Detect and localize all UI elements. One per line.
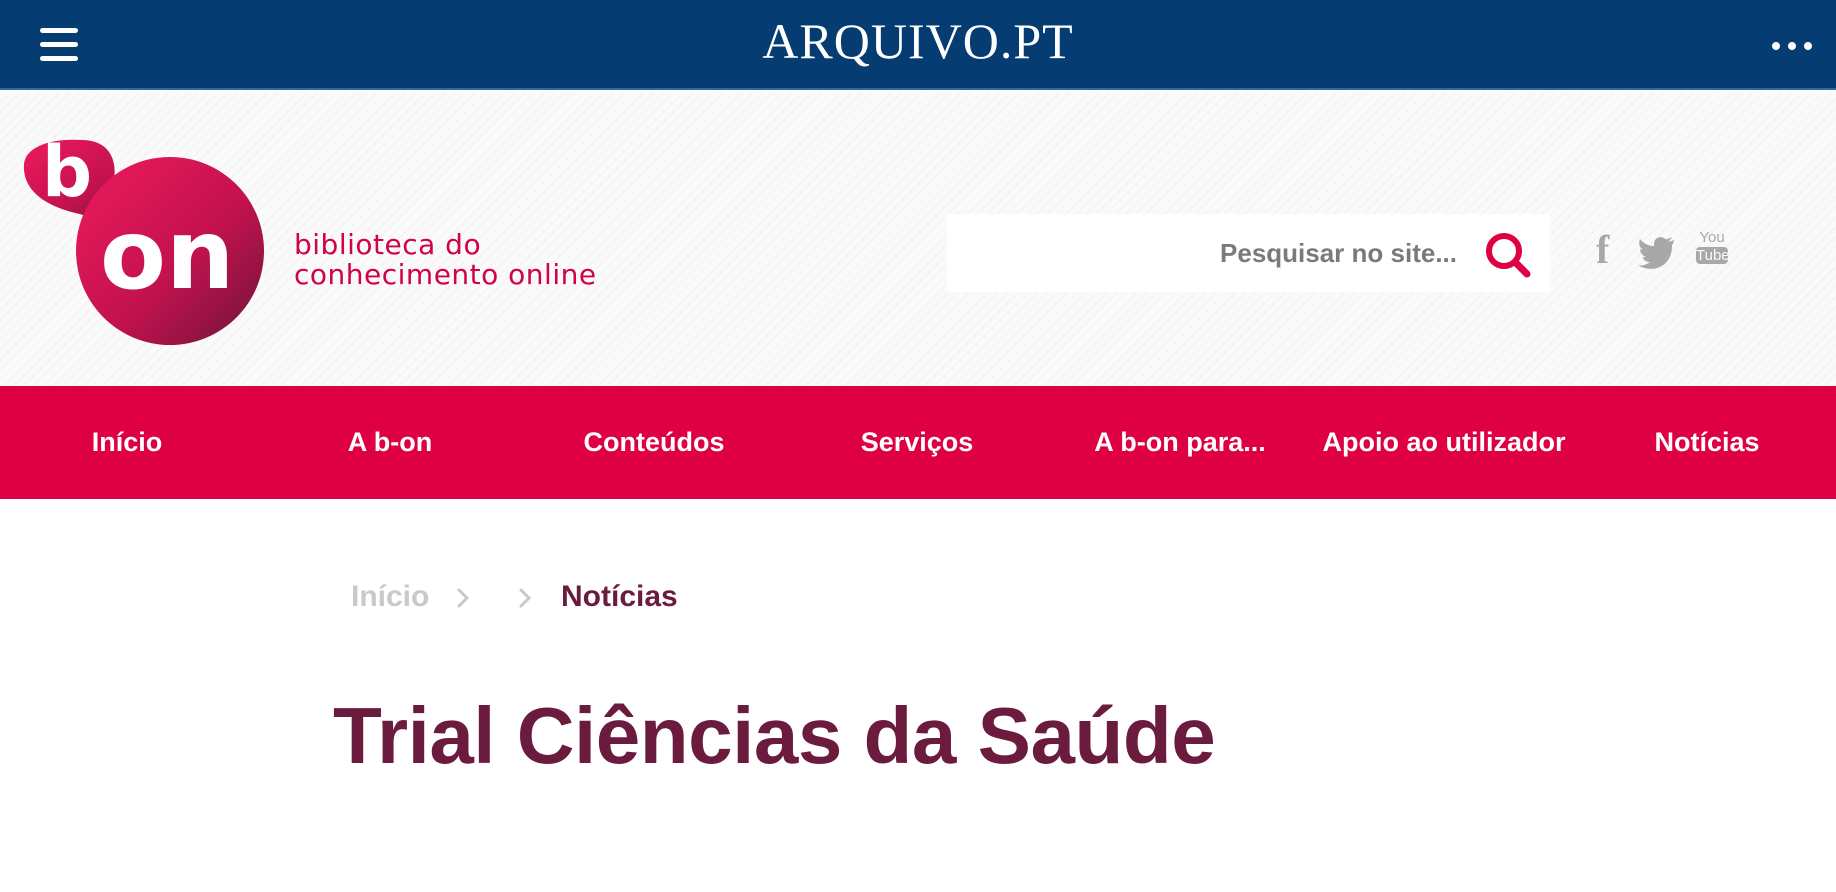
more-options-icon[interactable] [1768, 34, 1816, 56]
site-search [947, 214, 1550, 292]
breadcrumb-current: Notícias [561, 580, 678, 613]
logo-tagline: biblioteca do conhecimento online [294, 230, 597, 290]
tagline-line-1: biblioteca do [294, 228, 482, 261]
b-on-logo[interactable]: b on biblioteca do conhecimento online [22, 112, 602, 352]
youtube-icon[interactable]: You Tube [1696, 229, 1730, 270]
nav-item-a-b-on[interactable]: A b-on [263, 386, 517, 499]
svg-text:on: on [100, 199, 234, 311]
nav-item-inicio[interactable]: Início [0, 386, 254, 499]
arquivo-logo[interactable]: ARQUIVO.PT [0, 12, 1836, 70]
facebook-icon[interactable]: f [1596, 230, 1620, 270]
search-input[interactable] [957, 214, 1467, 292]
chevron-right-icon [457, 588, 470, 608]
youtube-icon-tube: Tube [1696, 247, 1730, 264]
nav-item-a-b-on-para[interactable]: A b-on para... [1053, 386, 1307, 499]
youtube-icon-you: You [1699, 229, 1725, 246]
twitter-icon[interactable] [1638, 230, 1676, 270]
svg-text:b: b [42, 131, 92, 213]
page-title: Trial Ciências da Saúde [333, 691, 1216, 780]
arquivo-topbar: ARQUIVO.PT [0, 0, 1836, 90]
main-navigation: Início A b-on Conteúdos Serviços A b-on … [0, 386, 1836, 499]
chevron-right-icon [519, 588, 532, 608]
nav-item-servicos[interactable]: Serviços [790, 386, 1044, 499]
breadcrumb-home-link[interactable]: Início [351, 580, 429, 614]
b-on-logo-mark: b on [23, 131, 264, 345]
nav-item-noticias[interactable]: Notícias [1580, 386, 1834, 499]
tagline-line-2: conhecimento online [294, 258, 597, 291]
nav-item-apoio-ao-utilizador[interactable]: Apoio ao utilizador [1314, 386, 1574, 499]
site-header: b on biblioteca do conhecimento online f… [0, 92, 1836, 386]
search-icon[interactable] [1483, 230, 1533, 280]
nav-item-conteudos[interactable]: Conteúdos [527, 386, 781, 499]
